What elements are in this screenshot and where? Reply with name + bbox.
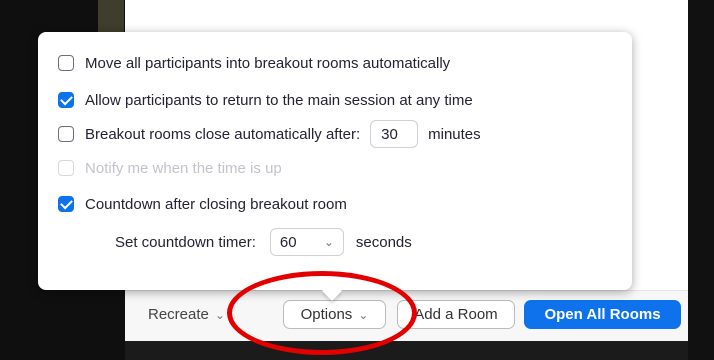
checkbox-notify <box>58 160 74 176</box>
countdown-timer-value: 60 <box>279 233 297 251</box>
countdown-timer-row: Set countdown timer: 60 ⌄ seconds <box>115 228 412 256</box>
options-button[interactable]: Options ⌄ <box>283 300 386 329</box>
chevron-down-icon: ⌄ <box>214 307 225 322</box>
seconds-suffix: seconds <box>355 233 412 251</box>
options-label: Options <box>300 306 353 323</box>
checkbox-auto-move[interactable] <box>58 55 74 71</box>
option-label: Notify me when the time is up <box>85 159 282 177</box>
option-countdown[interactable]: Countdown after closing breakout room <box>58 193 347 215</box>
option-notify: Notify me when the time is up <box>58 157 282 179</box>
option-label: Breakout rooms close automatically after… <box>85 125 361 143</box>
auto-close-minutes-input[interactable] <box>370 120 419 148</box>
background-video-right <box>688 0 714 360</box>
option-label: Allow participants to return to the main… <box>85 91 473 109</box>
option-label: Countdown after closing breakout room <box>85 195 347 213</box>
minutes-suffix: minutes <box>428 125 481 143</box>
option-label: Move all participants into breakout room… <box>85 54 451 72</box>
open-all-rooms-button[interactable]: Open All Rooms <box>524 300 681 329</box>
option-allow-return[interactable]: Allow participants to return to the main… <box>58 89 473 111</box>
checkbox-countdown[interactable] <box>58 196 74 212</box>
option-auto-close[interactable]: Breakout rooms close automatically after… <box>58 120 481 148</box>
countdown-timer-label: Set countdown timer: <box>115 233 256 251</box>
recreate-dropdown[interactable]: Recreate ⌄ <box>148 306 225 323</box>
add-room-button[interactable]: Add a Room <box>397 300 515 329</box>
option-auto-move[interactable]: Move all participants into breakout room… <box>58 52 450 74</box>
recreate-label: Recreate <box>148 306 209 323</box>
checkbox-allow-return[interactable] <box>58 92 74 108</box>
checkbox-auto-close[interactable] <box>58 126 74 142</box>
add-room-label: Add a Room <box>414 306 498 323</box>
chevron-down-icon: ⌄ <box>358 307 369 322</box>
countdown-timer-select[interactable]: 60 ⌄ <box>269 228 344 256</box>
chevron-down-icon: ⌄ <box>323 235 334 249</box>
open-all-rooms-label: Open All Rooms <box>544 306 661 323</box>
